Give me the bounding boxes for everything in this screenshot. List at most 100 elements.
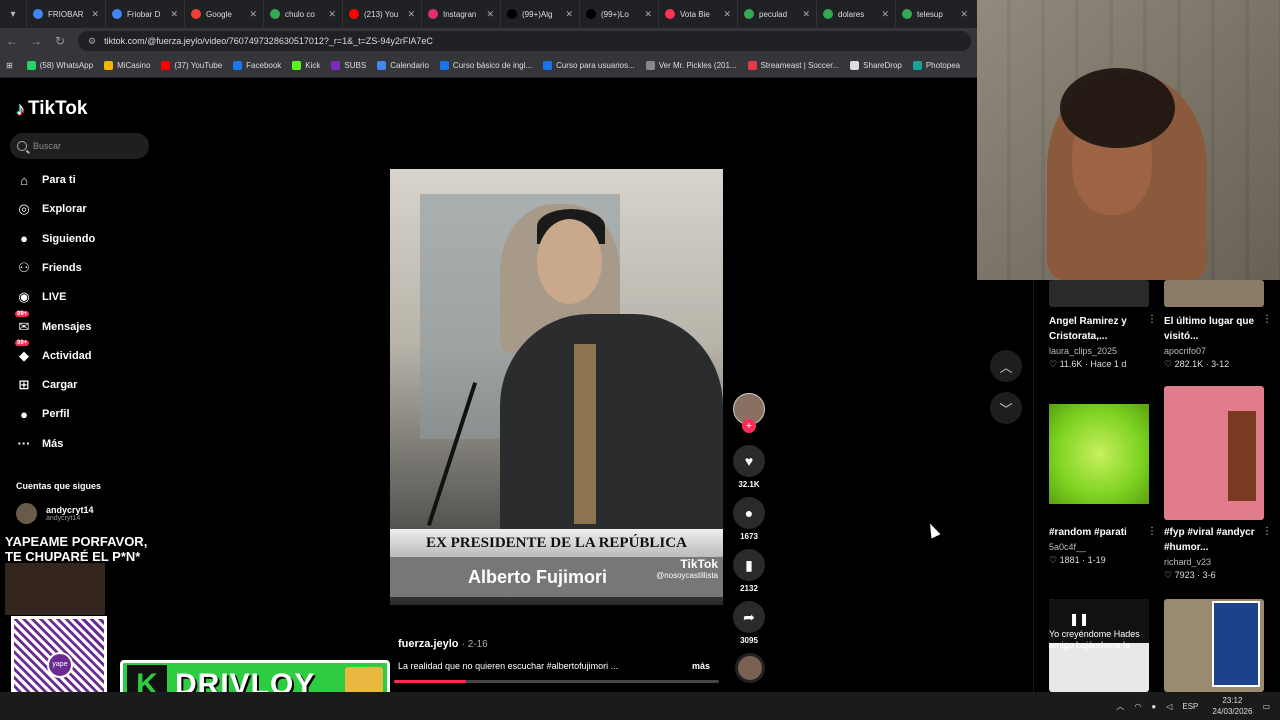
browser-tab[interactable]: (99+)Alg ✕: [500, 1, 579, 27]
more-options-icon[interactable]: ⋮: [1262, 526, 1272, 537]
bookmark-item[interactable]: Streameast | Soccer...: [747, 61, 839, 70]
tab-favicon-icon: [744, 9, 754, 19]
previous-video-button[interactable]: ︿: [990, 350, 1022, 382]
browser-tab[interactable]: Friobar D ✕: [105, 1, 184, 27]
tab-close-icon[interactable]: ✕: [91, 9, 99, 20]
language-indicator[interactable]: ESP: [1182, 702, 1198, 711]
comment-button[interactable]: ● 1673: [733, 497, 765, 541]
recommended-card[interactable]: ⋮ Angel Ramirez y Cristorata,... laura_c…: [1049, 280, 1157, 370]
video-speaker-tie: [574, 344, 596, 524]
back-icon[interactable]: ←: [0, 34, 24, 48]
browser-tab[interactable]: (213) You ✕: [342, 1, 421, 27]
more-options-icon[interactable]: ⋮: [1147, 526, 1157, 537]
bookmark-item[interactable]: SUBS: [331, 61, 366, 70]
recommended-card[interactable]: ⋮ #fyp #viral #andycr #humor... richard_…: [1164, 386, 1272, 581]
tab-close-icon[interactable]: ✕: [723, 9, 731, 20]
browser-tab[interactable]: telesup ✕: [895, 1, 974, 27]
recommended-card[interactable]: ⋮ El último lugar que visitó... apocrifo…: [1164, 280, 1272, 370]
nav-item-más[interactable]: ··· Más: [15, 433, 64, 455]
browser-tab[interactable]: peculad ✕: [737, 1, 816, 27]
nav-label: Más: [42, 437, 64, 450]
tab-close-icon[interactable]: ✕: [328, 9, 336, 20]
bookmark-item[interactable]: Facebook: [233, 61, 281, 70]
notifications-icon[interactable]: ▭: [1262, 702, 1270, 711]
tab-close-icon[interactable]: ✕: [170, 9, 178, 20]
follow-plus-icon[interactable]: +: [742, 419, 756, 433]
bookmark-item[interactable]: ShareDrop: [850, 61, 902, 70]
card-stats: ♡ 1881 · 1-19: [1049, 555, 1106, 565]
nav-item-live[interactable]: ◉ LIVE: [15, 286, 66, 308]
bookmark-item[interactable]: Photopea: [912, 61, 960, 70]
nav-item-mensajes[interactable]: ✉ 99+ Mensajes: [15, 310, 92, 338]
browser-tab[interactable]: Google ✕: [184, 1, 263, 27]
bookmark-label: MiCasino: [117, 61, 151, 70]
browser-tab[interactable]: chulo co ✕: [263, 1, 342, 27]
video-player[interactable]: EX PRESIDENTE DE LA REPÚBLICA Alberto Fu…: [390, 169, 723, 605]
following-account[interactable]: andycryt14 andycryt14: [16, 503, 94, 524]
clock-time: 23:12: [1222, 696, 1243, 705]
nav-item-cargar[interactable]: ⊞ Cargar: [15, 374, 78, 396]
share-button[interactable]: ➦ 3095: [733, 601, 765, 645]
recommended-card[interactable]: ❚❚ Yo creyéndome Hades amigo bajándome l…: [1049, 599, 1149, 692]
tab-close-icon[interactable]: ✕: [881, 9, 889, 20]
bookmark-item[interactable]: (58) WhatsApp: [26, 61, 93, 70]
bookmark-item[interactable]: Kick: [292, 61, 320, 70]
browser-tab[interactable]: Instagran ✕: [421, 1, 500, 27]
nav-item-siguiendo[interactable]: ● Siguiendo: [15, 228, 95, 250]
tab-close-icon[interactable]: ✕: [565, 9, 573, 20]
pause-icon[interactable]: ❚❚: [1069, 612, 1089, 626]
tab-close-icon[interactable]: ✕: [249, 9, 257, 20]
tab-close-icon[interactable]: ✕: [486, 9, 494, 20]
search-input[interactable]: Buscar: [10, 133, 149, 159]
video-progress-bar[interactable]: [394, 680, 719, 683]
like-button[interactable]: ♥ 32.1K: [733, 445, 765, 489]
recommended-card[interactable]: ⋮ #random #parati 5a0c4f__ ♡ 1881 · 1-19: [1049, 386, 1157, 566]
bookmark-item[interactable]: Curso básico de ingl...: [439, 61, 532, 70]
wifi-icon[interactable]: ◠: [1134, 702, 1141, 711]
nav-item-perfil[interactable]: ● Perfil: [15, 403, 69, 425]
tab-close-icon[interactable]: ✕: [407, 9, 415, 20]
forward-icon[interactable]: →: [24, 34, 48, 48]
browser-tab[interactable]: dolares ✕: [816, 1, 895, 27]
more-button[interactable]: más: [692, 661, 710, 671]
site-info-icon[interactable]: ⚙: [88, 36, 96, 47]
more-options-icon[interactable]: ⋮: [1262, 314, 1272, 325]
more-options-icon[interactable]: ⋮: [1147, 314, 1157, 325]
nav-item-friends[interactable]: ⚇ Friends: [15, 257, 82, 279]
mouse-cursor: [925, 521, 941, 539]
url-input[interactable]: ⚙ tiktok.com/@fuerza.jeylo/video/7607497…: [78, 31, 971, 51]
browser-tab[interactable]: Vota Bie ✕: [658, 1, 737, 27]
tab-search-icon[interactable]: ▾: [0, 0, 26, 28]
tab-favicon-icon: [428, 9, 438, 19]
reload-icon[interactable]: ↻: [48, 34, 72, 48]
clock[interactable]: 23:12 24/03/2026: [1212, 695, 1252, 717]
tiktok-logo[interactable]: ♪ TikTok: [16, 98, 87, 120]
nav-item-actividad[interactable]: ◆ 99+ Actividad: [15, 339, 92, 367]
bookmark-item[interactable]: Ver Mr. Pickles (201...: [645, 61, 737, 70]
tab-favicon-icon: [191, 9, 201, 19]
bookmark-item[interactable]: MiCasino: [104, 61, 150, 70]
bookmark-item[interactable]: (37) YouTube: [161, 61, 222, 70]
tab-close-icon[interactable]: ✕: [644, 9, 652, 20]
music-disc-icon[interactable]: [735, 653, 765, 683]
nav-item-para-ti[interactable]: ⌂ Para ti: [15, 169, 76, 191]
video-author[interactable]: fuerza.jeylo · 2-16: [398, 638, 488, 650]
tab-title: (213) You: [364, 9, 399, 19]
browser-tab[interactable]: (99+)Lo ✕: [579, 1, 658, 27]
browser-tab[interactable]: FRIOBAR ✕: [26, 1, 105, 27]
speaker-icon[interactable]: ◁: [1166, 702, 1172, 711]
next-video-button[interactable]: ﹀: [990, 392, 1022, 424]
bookmark-item[interactable]: Curso para usuarios...: [543, 61, 635, 70]
tray-chevron-icon[interactable]: ︿: [1116, 701, 1124, 712]
apps-icon[interactable]: ⊞: [6, 61, 13, 70]
nav-item-explorar[interactable]: ◎ Explorar: [15, 198, 86, 220]
mic-icon[interactable]: ●: [1151, 702, 1156, 711]
save-button[interactable]: ▮ 2132: [733, 549, 765, 593]
recommended-card[interactable]: [1164, 599, 1264, 692]
thumbnail-text: Yo creyéndome Hades amigo bajándome la: [1049, 629, 1140, 650]
tab-close-icon[interactable]: ✕: [960, 9, 968, 20]
tab-title: peculad: [759, 9, 788, 19]
author-name: fuerza.jeylo: [398, 638, 459, 650]
bookmark-item[interactable]: Calendario: [377, 61, 429, 70]
tab-close-icon[interactable]: ✕: [802, 9, 810, 20]
